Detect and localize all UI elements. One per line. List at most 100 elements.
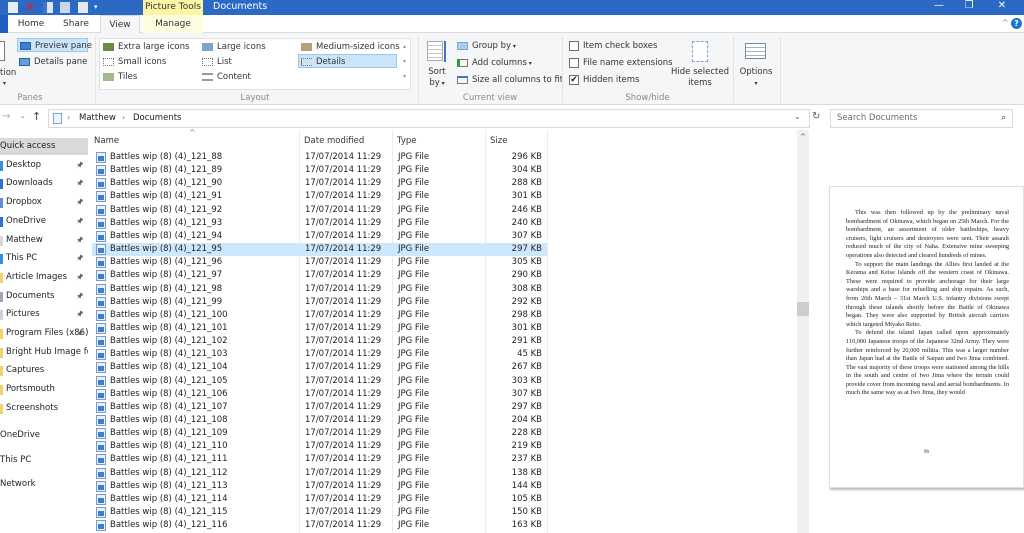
- pin-icon[interactable]: 📌: [76, 157, 83, 174]
- column-header-name[interactable]: Name: [94, 136, 119, 146]
- pin-icon[interactable]: 📌: [76, 232, 83, 249]
- layout-list[interactable]: List: [200, 55, 232, 69]
- file-row[interactable]: Battles wip (8) (4)_121_106 17/07/2014 11…: [92, 388, 547, 401]
- file-row[interactable]: Battles wip (8) (4)_121_88 17/07/2014 11:…: [92, 151, 547, 164]
- layout-medium-icons[interactable]: Medium-sized icons: [299, 40, 400, 54]
- address-dropdown-icon[interactable]: ⌄: [794, 112, 801, 121]
- item-check-boxes-checkbox[interactable]: [569, 41, 579, 51]
- file-row[interactable]: Battles wip (8) (4)_121_104 17/07/2014 11…: [92, 361, 547, 374]
- pin-icon[interactable]: 📌: [76, 269, 83, 286]
- file-row[interactable]: Battles wip (8) (4)_121_111 17/07/2014 11…: [92, 453, 547, 466]
- file-row[interactable]: Battles wip (8) (4)_121_102 17/07/2014 11…: [92, 335, 547, 348]
- file-row[interactable]: Battles wip (8) (4)_121_113 17/07/2014 11…: [92, 480, 547, 493]
- tab-file[interactable]: [0, 15, 8, 33]
- address-bar[interactable]: › Matthew › Documents ⌄: [48, 109, 810, 128]
- file-row[interactable]: Battles wip (8) (4)_121_90 17/07/2014 11:…: [92, 177, 547, 190]
- delete-icon[interactable]: ✕: [25, 1, 35, 13]
- close-button[interactable]: ✕: [985, 0, 1019, 13]
- tab-view[interactable]: View: [100, 15, 140, 34]
- help-icon[interactable]: ?: [1011, 18, 1022, 29]
- file-row[interactable]: Battles wip (8) (4)_121_93 17/07/2014 11:…: [92, 217, 547, 230]
- nav-item-screenshots[interactable]: Screenshots: [0, 400, 88, 417]
- navigation-pane-icon[interactable]: [0, 41, 5, 61]
- options-button[interactable]: Options ▾: [737, 67, 775, 89]
- column-header-date-modified[interactable]: Date modified: [304, 136, 364, 146]
- nav-item-onedrive[interactable]: OneDrive 📌: [0, 213, 88, 230]
- refresh-icon[interactable]: ↻: [812, 111, 820, 122]
- column-header-size[interactable]: Size: [490, 136, 507, 146]
- nav-root-this-pc[interactable]: This PC: [0, 452, 88, 469]
- nav-item-downloads[interactable]: Downloads 📌: [0, 175, 88, 192]
- breadcrumb-separator-icon[interactable]: ›: [122, 113, 125, 122]
- tab-manage[interactable]: Manage: [143, 15, 203, 33]
- nav-item-program-files-x86[interactable]: Program Files (x86) 📌: [0, 325, 88, 342]
- group-by-button[interactable]: Group by ▾: [455, 39, 516, 53]
- properties-icon[interactable]: [43, 2, 53, 13]
- file-name-extensions-checkbox[interactable]: [569, 58, 579, 68]
- file-row[interactable]: Battles wip (8) (4)_121_89 17/07/2014 11:…: [92, 164, 547, 177]
- restore-button[interactable]: ❐: [952, 0, 986, 13]
- file-row[interactable]: Battles wip (8) (4)_121_99 17/07/2014 11:…: [92, 296, 547, 309]
- vertical-scrollbar[interactable]: ^: [797, 130, 809, 533]
- rename-icon[interactable]: [78, 2, 88, 13]
- file-row[interactable]: Battles wip (8) (4)_121_100 17/07/2014 11…: [92, 309, 547, 322]
- file-row[interactable]: Battles wip (8) (4)_121_94 17/07/2014 11:…: [92, 230, 547, 243]
- breadcrumb-documents[interactable]: Documents: [133, 113, 181, 123]
- recycle-icon[interactable]: [60, 2, 70, 13]
- file-row[interactable]: Battles wip (8) (4)_121_96 17/07/2014 11:…: [92, 256, 547, 269]
- recent-locations-icon[interactable]: ⌄: [20, 112, 26, 120]
- nav-root-onedrive[interactable]: OneDrive: [0, 427, 88, 444]
- search-icon[interactable]: ⌕: [1001, 110, 1006, 127]
- nav-item-quick-access[interactable]: Quick access: [0, 138, 88, 155]
- up-icon[interactable]: ↑: [32, 110, 41, 123]
- preview-pane-button[interactable]: Preview pane: [17, 38, 92, 52]
- nav-item-pictures[interactable]: Pictures 📌: [0, 306, 88, 323]
- file-row[interactable]: Battles wip (8) (4)_121_112 17/07/2014 11…: [92, 467, 547, 480]
- search-input[interactable]: Search Documents ⌕: [830, 109, 1013, 128]
- breadcrumb-matthew[interactable]: Matthew: [79, 113, 116, 123]
- pin-icon[interactable]: 📌: [76, 325, 83, 342]
- hidden-items-toggle[interactable]: ✔ Hidden items: [567, 73, 640, 87]
- navigation-pane-button[interactable]: tion: [0, 68, 16, 78]
- add-columns-button[interactable]: Add columns ▾: [455, 56, 532, 70]
- nav-item-bright-hub-image-fo[interactable]: Bright Hub Image fo: [0, 344, 88, 361]
- size-columns-button[interactable]: Size all columns to fit: [455, 73, 563, 87]
- file-row[interactable]: Battles wip (8) (4)_121_97 17/07/2014 11:…: [92, 269, 547, 282]
- pin-icon[interactable]: 📌: [76, 306, 83, 323]
- layout-content[interactable]: Content: [200, 70, 251, 84]
- sort-by-button[interactable]: Sort by ▾: [424, 67, 450, 89]
- file-row[interactable]: Battles wip (8) (4)_121_116 17/07/2014 11…: [92, 519, 547, 532]
- breadcrumb-separator-icon[interactable]: ›: [67, 113, 70, 122]
- item-check-boxes-toggle[interactable]: Item check boxes: [567, 39, 657, 53]
- file-row[interactable]: Battles wip (8) (4)_121_109 17/07/2014 11…: [92, 427, 547, 440]
- file-name-extensions-toggle[interactable]: File name extensions: [567, 56, 673, 70]
- hide-selected-items-button[interactable]: Hide selected items: [670, 67, 730, 89]
- nav-item-matthew[interactable]: Matthew 📌: [0, 232, 88, 249]
- file-row[interactable]: Battles wip (8) (4)_121_105 17/07/2014 11…: [92, 375, 547, 388]
- tab-home[interactable]: Home: [12, 15, 50, 33]
- layout-tiles[interactable]: Tiles: [101, 70, 137, 84]
- forward-icon[interactable]: →: [2, 111, 10, 122]
- file-row[interactable]: Battles wip (8) (4)_121_98 17/07/2014 11:…: [92, 283, 547, 296]
- layout-large-icons[interactable]: Large icons: [200, 40, 266, 54]
- column-divider[interactable]: [547, 130, 548, 533]
- file-row[interactable]: Battles wip (8) (4)_121_115 17/07/2014 11…: [92, 506, 547, 519]
- layout-extra-large-icons[interactable]: Extra large icons: [101, 40, 189, 54]
- file-row[interactable]: Battles wip (8) (4)_121_91 17/07/2014 11:…: [92, 190, 547, 203]
- column-header-type[interactable]: Type: [397, 136, 417, 146]
- nav-item-portsmouth[interactable]: Portsmouth: [0, 381, 88, 398]
- nav-item-desktop[interactable]: Desktop 📌: [0, 157, 88, 174]
- file-row[interactable]: Battles wip (8) (4)_121_108 17/07/2014 11…: [92, 414, 547, 427]
- navigation-pane-dropdown-icon[interactable]: ▾: [3, 80, 6, 87]
- file-row[interactable]: Battles wip (8) (4)_121_92 17/07/2014 11:…: [92, 204, 547, 217]
- layout-details[interactable]: Details: [298, 54, 397, 68]
- nav-root-network[interactable]: Network: [0, 476, 88, 493]
- pin-icon[interactable]: 📌: [76, 175, 83, 192]
- details-pane-button[interactable]: Details pane: [17, 55, 88, 69]
- nav-item-documents[interactable]: Documents 📌: [0, 288, 88, 305]
- pin-icon[interactable]: 📌: [76, 213, 83, 230]
- file-row[interactable]: Battles wip (8) (4)_121_110 17/07/2014 11…: [92, 440, 547, 453]
- layout-gallery-scroll[interactable]: ▴ ▾ ▾: [400, 39, 409, 89]
- new-file-icon[interactable]: [8, 2, 18, 13]
- file-row[interactable]: Battles wip (8) (4)_121_107 17/07/2014 11…: [92, 401, 547, 414]
